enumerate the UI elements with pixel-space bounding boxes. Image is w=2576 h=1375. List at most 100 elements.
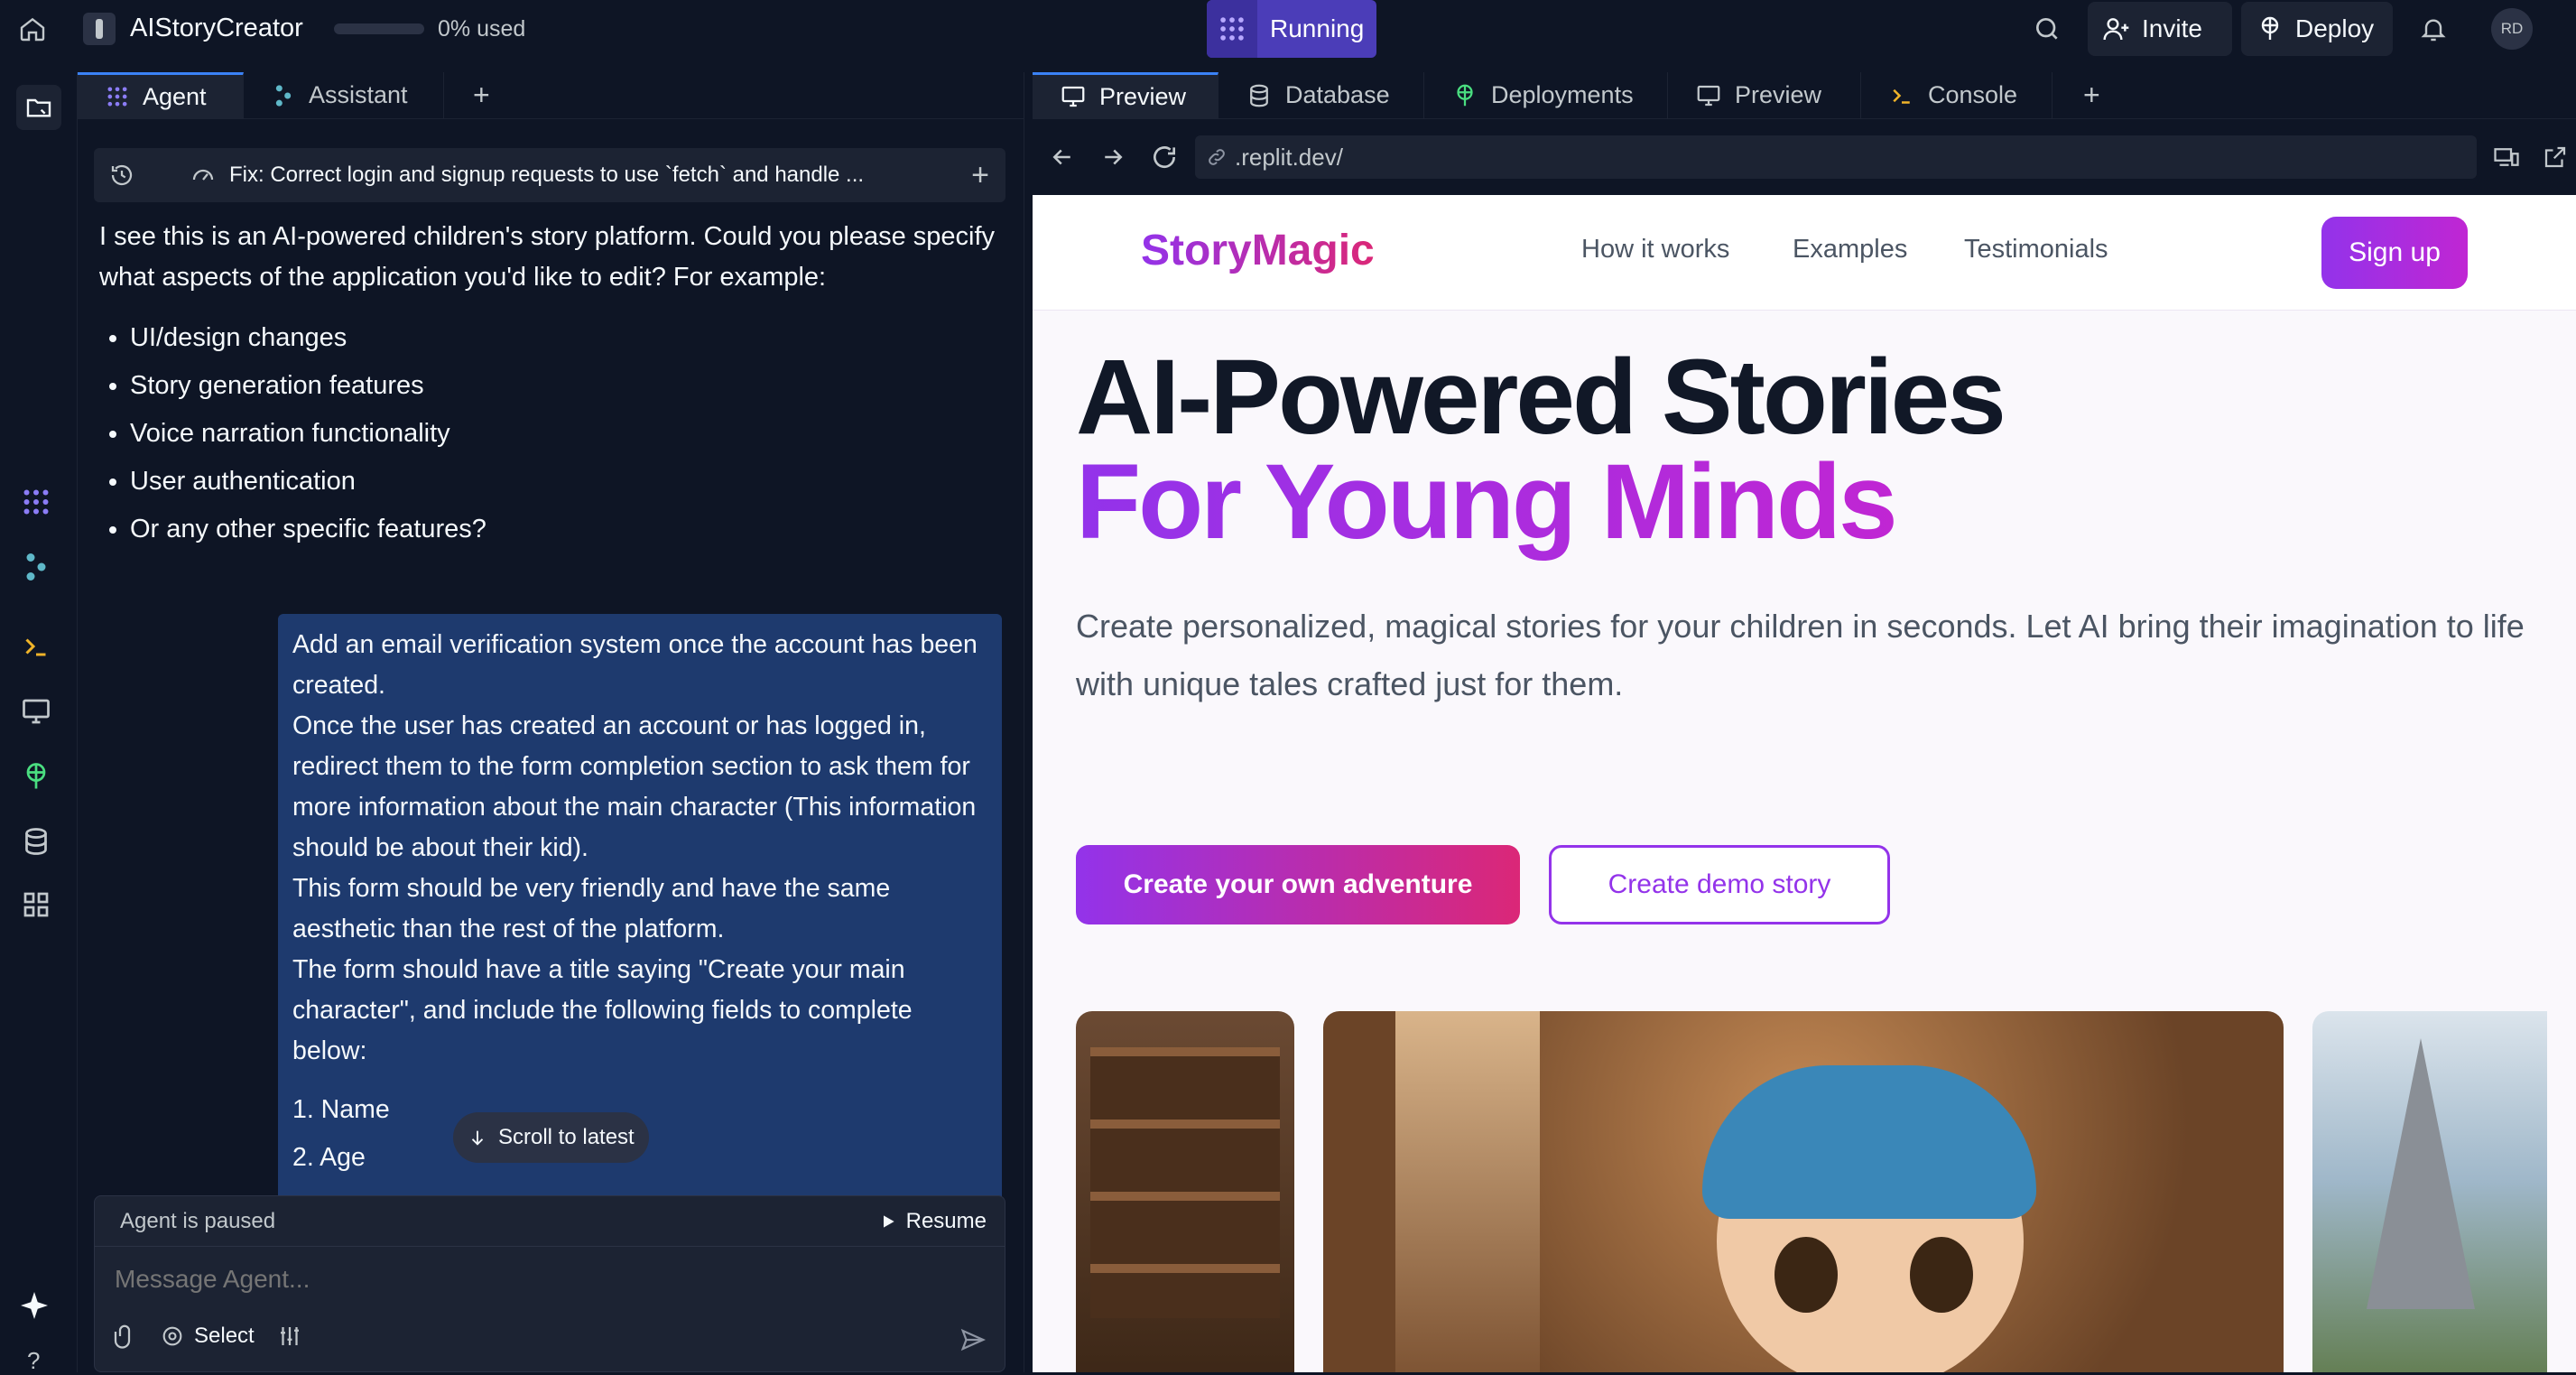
- tab-preview[interactable]: Preview: [1033, 72, 1219, 118]
- agent-status-bar: Agent is paused Resume: [95, 1196, 1005, 1247]
- user-message-line: Add an email verification system once th…: [292, 630, 978, 700]
- preview-panel: Preview Database Deployments Preview Con…: [1033, 72, 2576, 1372]
- arrow-down-icon: [471, 1130, 484, 1146]
- url-field[interactable]: .replit.dev/: [1195, 135, 2477, 179]
- new-tab-button[interactable]: +: [2052, 72, 2131, 118]
- nav-testimonials[interactable]: Testimonials: [1964, 235, 2108, 265]
- site-brand-logo[interactable]: StoryMagic: [1141, 226, 1375, 275]
- tab-database[interactable]: Database: [1219, 72, 1424, 118]
- notifications-bell-icon[interactable]: [2419, 14, 2448, 43]
- bookshelf-decoration: [1090, 1047, 1280, 1318]
- character-eye-left: [1774, 1237, 1838, 1313]
- search-icon[interactable]: [2033, 14, 2062, 43]
- thread-title[interactable]: Fix: Correct login and signup requests t…: [229, 163, 915, 188]
- rail-deployments-icon[interactable]: [20, 760, 52, 793]
- scroll-to-latest-label: Scroll to latest: [498, 1125, 635, 1149]
- story-image-castle[interactable]: [2312, 1011, 2547, 1372]
- tab-agent-label: Agent: [143, 82, 207, 110]
- database-icon: [1250, 84, 1268, 107]
- story-image-library[interactable]: [1076, 1011, 1294, 1372]
- site-header: StoryMagic How it works Examples Testimo…: [1033, 195, 2576, 311]
- attach-icon[interactable]: [111, 1323, 138, 1350]
- select-label: Select: [194, 1324, 255, 1348]
- scroll-to-latest-button[interactable]: Scroll to latest: [453, 1112, 649, 1163]
- new-thread-icon[interactable]: +: [971, 158, 989, 193]
- tab-console[interactable]: Console: [1861, 72, 2052, 118]
- new-tab-button[interactable]: +: [444, 72, 519, 118]
- tab-preview-label: Preview: [1099, 82, 1187, 110]
- resume-label: Resume: [905, 1208, 987, 1233]
- composer: Agent is paused Resume Select: [94, 1195, 1005, 1372]
- agent-message: I see this is an AI-powered children's s…: [99, 217, 1002, 553]
- nav-examples[interactable]: Examples: [1793, 235, 1907, 265]
- tab-deployments[interactable]: Deployments: [1424, 72, 1668, 118]
- invite-button[interactable]: Invite: [2088, 2, 2232, 56]
- list-item: Voice narration functionality: [130, 410, 1002, 458]
- deploy-button[interactable]: Deploy: [2241, 2, 2393, 56]
- top-bar: AIStoryCreator 0% used Running Invite De…: [0, 0, 2576, 58]
- devices-icon[interactable]: [2493, 144, 2520, 171]
- panel-splitter[interactable]: [1024, 72, 1033, 1372]
- rail-agent-icon[interactable]: [20, 486, 52, 518]
- user-message-line: This form should be very friendly and ha…: [292, 874, 891, 943]
- home-icon[interactable]: [16, 14, 49, 43]
- story-image-main-character[interactable]: [1323, 1011, 2284, 1372]
- list-item: Or any other specific features?: [130, 506, 1002, 553]
- character-hair-decoration: [1702, 1065, 2036, 1219]
- rail-database-icon[interactable]: [20, 825, 52, 858]
- tower-decoration: [1395, 1011, 1540, 1372]
- message-agent-input[interactable]: [115, 1259, 981, 1299]
- avatar[interactable]: RD: [2491, 8, 2533, 50]
- sparkle-icon[interactable]: [18, 1289, 51, 1322]
- files-icon[interactable]: [16, 85, 61, 130]
- create-demo-story-label: Create demo story: [1608, 869, 1831, 899]
- tab-preview-2[interactable]: Preview: [1668, 72, 1861, 118]
- tab-assistant[interactable]: Assistant: [244, 72, 444, 118]
- repl-logo-icon: [83, 13, 116, 45]
- rail-console-icon[interactable]: [20, 630, 52, 663]
- add-user-icon: [2103, 18, 2129, 41]
- create-adventure-label: Create your own adventure: [1123, 869, 1473, 899]
- create-adventure-button[interactable]: Create your own adventure: [1076, 845, 1520, 924]
- reload-icon[interactable]: [1150, 143, 1179, 172]
- composer-toolbar: Select: [111, 1323, 303, 1350]
- castle-decoration: [2367, 1038, 2475, 1309]
- left-rail: ?: [0, 72, 78, 1375]
- back-icon[interactable]: [1049, 144, 1076, 171]
- usage-text: 0% used: [438, 16, 526, 42]
- help-icon[interactable]: ?: [27, 1347, 40, 1375]
- create-demo-story-button[interactable]: Create demo story: [1549, 845, 1890, 924]
- agent-message-intro: I see this is an AI-powered children's s…: [99, 222, 996, 292]
- monitor-icon: [1061, 86, 1085, 107]
- resume-button[interactable]: Resume: [879, 1209, 987, 1234]
- send-icon[interactable]: [959, 1326, 987, 1353]
- tab-console-label: Console: [1928, 81, 2018, 108]
- tab-deployments-label: Deployments: [1491, 81, 1634, 108]
- usage-bar: [334, 23, 424, 34]
- rail-apps-icon[interactable]: [20, 888, 52, 921]
- run-status-button[interactable]: Running: [1207, 0, 1376, 58]
- history-icon[interactable]: [108, 162, 135, 189]
- open-external-icon[interactable]: [2542, 144, 2569, 171]
- website-preview: StoryMagic How it works Examples Testimo…: [1033, 195, 2576, 1372]
- agent-status-text: Agent is paused: [120, 1208, 276, 1233]
- thread-header: Fix: Correct login and signup requests t…: [94, 148, 1005, 202]
- run-status-label: Running: [1270, 14, 1365, 42]
- signup-button[interactable]: Sign up: [2321, 217, 2468, 289]
- list-item: UI/design changes: [130, 314, 1002, 362]
- rail-assistant-icon[interactable]: [20, 551, 52, 583]
- nav-how-it-works[interactable]: How it works: [1581, 235, 1729, 265]
- tab-agent[interactable]: Agent: [78, 72, 244, 118]
- agent-tab-icon: [107, 87, 127, 107]
- settings-sliders-icon[interactable]: [276, 1323, 303, 1350]
- target-icon: [162, 1326, 182, 1346]
- forward-icon[interactable]: [1099, 144, 1126, 171]
- rail-preview-icon[interactable]: [20, 695, 52, 728]
- app-title[interactable]: AIStoryCreator: [130, 14, 303, 43]
- character-eye-right: [1910, 1237, 1973, 1313]
- select-button[interactable]: Select: [160, 1324, 255, 1349]
- checkpoint-icon: [190, 162, 217, 189]
- agent-tabs: Agent Assistant +: [78, 72, 1024, 119]
- preview-tabs: Preview Database Deployments Preview Con…: [1033, 72, 2576, 119]
- link-icon: [1209, 149, 1225, 165]
